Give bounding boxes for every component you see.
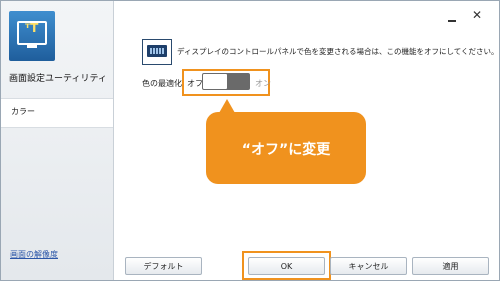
dialog-window: ᵀT 画面設定ユーティリティ カラー 画面の解像度 ✕ ディスプレイのコントロー… bbox=[0, 0, 500, 281]
apply-button[interactable]: 適用 bbox=[412, 257, 489, 275]
minimize-button[interactable] bbox=[447, 13, 457, 23]
display-utility-icon: ᵀT bbox=[9, 11, 55, 61]
sidebar: ᵀT 画面設定ユーティリティ カラー 画面の解像度 bbox=[1, 1, 114, 280]
callout-pointer bbox=[219, 99, 235, 113]
close-button[interactable]: ✕ bbox=[472, 9, 482, 21]
optimize-color-toggle[interactable] bbox=[202, 73, 250, 90]
toggle-off-label: オフ bbox=[187, 79, 203, 88]
sidebar-item-color[interactable]: カラー bbox=[1, 98, 113, 128]
callout-text: “オフ”に変更 bbox=[241, 142, 331, 158]
description-text: ディスプレイのコントロールパネルで色を変更される場合は、この機能をオフにしてくだ… bbox=[177, 47, 499, 56]
default-button[interactable]: デフォルト bbox=[125, 257, 202, 275]
toggle-knob bbox=[203, 74, 227, 89]
ok-button[interactable]: OK bbox=[248, 257, 325, 275]
cancel-button[interactable]: キャンセル bbox=[330, 257, 407, 275]
sidebar-item-label: カラー bbox=[11, 107, 35, 116]
toggle-on-label: オン bbox=[255, 79, 271, 88]
display-icon bbox=[142, 39, 172, 65]
app-title: 画面設定ユーティリティ bbox=[9, 74, 107, 84]
optimize-color-label: 色の最適化 bbox=[142, 79, 182, 88]
instruction-callout: “オフ”に変更 bbox=[206, 112, 366, 184]
resolution-link[interactable]: 画面の解像度 bbox=[10, 249, 58, 260]
